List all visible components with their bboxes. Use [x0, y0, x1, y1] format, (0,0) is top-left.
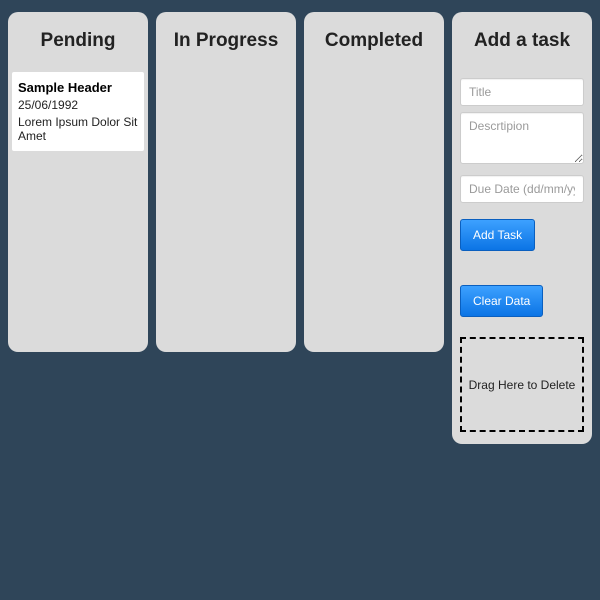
add-task-panel: Add a task Add Task Clear Data Drag Here… [452, 12, 592, 444]
column-completed[interactable]: Completed [304, 12, 444, 352]
due-date-input[interactable] [460, 175, 584, 203]
column-title-pending: Pending [12, 12, 144, 72]
clear-data-button[interactable]: Clear Data [460, 285, 543, 317]
delete-drop-zone[interactable]: Drag Here to Delete [460, 337, 584, 432]
column-in-progress[interactable]: In Progress [156, 12, 296, 352]
task-card-date: 25/06/1992 [18, 98, 138, 112]
add-task-title: Add a task [456, 12, 588, 72]
title-input[interactable] [460, 78, 584, 106]
delete-zone-label: Drag Here to Delete [469, 378, 576, 392]
column-pending[interactable]: Pending Sample Header 25/06/1992 Lorem I… [8, 12, 148, 352]
column-title-in-progress: In Progress [160, 12, 292, 72]
task-card-body: Lorem Ipsum Dolor Sit Amet [18, 115, 138, 143]
task-board: Pending Sample Header 25/06/1992 Lorem I… [0, 0, 600, 456]
task-card[interactable]: Sample Header 25/06/1992 Lorem Ipsum Dol… [12, 72, 144, 151]
task-card-title: Sample Header [18, 80, 138, 95]
add-task-button[interactable]: Add Task [460, 219, 535, 251]
column-title-completed: Completed [308, 12, 440, 72]
description-input[interactable] [460, 112, 584, 164]
